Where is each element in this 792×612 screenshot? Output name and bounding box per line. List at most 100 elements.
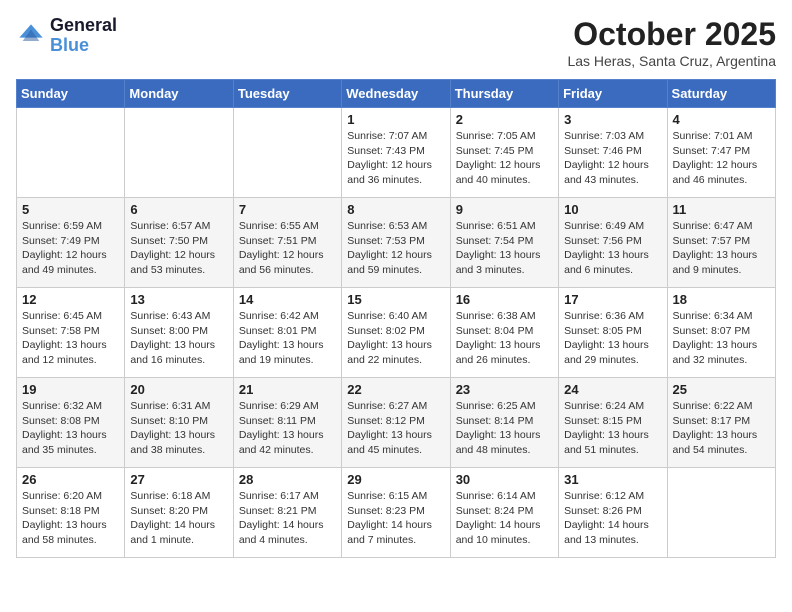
calendar-cell: 28 Sunrise: 6:17 AMSunset: 8:21 PMDayligh… xyxy=(233,468,341,558)
day-number: 2 xyxy=(456,112,553,127)
day-number: 1 xyxy=(347,112,444,127)
calendar-cell: 2Sunrise: 7:05 AMSunset: 7:45 PMDaylight… xyxy=(450,108,558,198)
day-number: 7 xyxy=(239,202,336,217)
calendar-cell xyxy=(17,108,125,198)
calendar-table: SundayMondayTuesdayWednesdayThursdayFrid… xyxy=(16,79,776,558)
calendar-cell: 9 Sunrise: 6:51 AMSunset: 7:54 PMDaylight… xyxy=(450,198,558,288)
day-info: Sunrise: 6:22 AMSunset: 8:17 PMDaylight:… xyxy=(673,399,770,458)
calendar-cell: 21 Sunrise: 6:29 AMSunset: 8:11 PMDayligh… xyxy=(233,378,341,468)
day-info: Sunrise: 6:47 AMSunset: 7:57 PMDaylight:… xyxy=(673,219,770,278)
calendar-cell: 24 Sunrise: 6:24 AMSunset: 8:15 PMDayligh… xyxy=(559,378,667,468)
calendar-week-row: 12Sunrise: 6:45 AMSunset: 7:58 PMDayligh… xyxy=(17,288,776,378)
day-info: Sunrise: 6:51 AMSunset: 7:54 PMDaylight:… xyxy=(456,219,553,278)
calendar-cell: 31 Sunrise: 6:12 AMSunset: 8:26 PMDayligh… xyxy=(559,468,667,558)
calendar-cell: 5 Sunrise: 6:59 AMSunset: 7:49 PMDaylight… xyxy=(17,198,125,288)
calendar-cell: 10Sunrise: 6:49 AMSunset: 7:56 PMDayligh… xyxy=(559,198,667,288)
calendar-week-row: 19 Sunrise: 6:32 AMSunset: 8:08 PMDayligh… xyxy=(17,378,776,468)
weekday-header-tuesday: Tuesday xyxy=(233,80,341,108)
day-number: 20 xyxy=(130,382,227,397)
day-number: 9 xyxy=(456,202,553,217)
day-number: 16 xyxy=(456,292,553,307)
day-number: 4 xyxy=(673,112,770,127)
day-number: 18 xyxy=(673,292,770,307)
logo: General Blue xyxy=(16,16,117,56)
day-number: 8 xyxy=(347,202,444,217)
calendar-cell: 22 Sunrise: 6:27 AMSunset: 8:12 PMDayligh… xyxy=(342,378,450,468)
day-number: 27 xyxy=(130,472,227,487)
day-number: 12 xyxy=(22,292,119,307)
day-info: Sunrise: 7:07 AMSunset: 7:43 PMDaylight:… xyxy=(347,129,444,188)
calendar-cell: 15Sunrise: 6:40 AMSunset: 8:02 PMDayligh… xyxy=(342,288,450,378)
day-info: Sunrise: 6:25 AMSunset: 8:14 PMDaylight:… xyxy=(456,399,553,458)
day-number: 11 xyxy=(673,202,770,217)
calendar-cell: 26Sunrise: 6:20 AMSunset: 8:18 PMDayligh… xyxy=(17,468,125,558)
calendar-cell xyxy=(125,108,233,198)
calendar-cell: 6Sunrise: 6:57 AMSunset: 7:50 PMDaylight… xyxy=(125,198,233,288)
day-number: 14 xyxy=(239,292,336,307)
day-info: Sunrise: 6:34 AMSunset: 8:07 PMDaylight:… xyxy=(673,309,770,368)
day-number: 6 xyxy=(130,202,227,217)
day-info: Sunrise: 6:14 AMSunset: 8:24 PMDaylight:… xyxy=(456,489,553,548)
day-number: 26 xyxy=(22,472,119,487)
calendar-week-row: 1 Sunrise: 7:07 AMSunset: 7:43 PMDaylight… xyxy=(17,108,776,198)
month-title: October 2025 xyxy=(567,16,776,53)
day-info: Sunrise: 6:55 AMSunset: 7:51 PMDaylight:… xyxy=(239,219,336,278)
day-info: Sunrise: 6:17 AMSunset: 8:21 PMDaylight:… xyxy=(239,489,336,548)
logo-line2: Blue xyxy=(50,36,117,56)
calendar-cell: 11 Sunrise: 6:47 AMSunset: 7:57 PMDayligh… xyxy=(667,198,775,288)
calendar-cell: 20 Sunrise: 6:31 AMSunset: 8:10 PMDayligh… xyxy=(125,378,233,468)
calendar-cell: 23 Sunrise: 6:25 AMSunset: 8:14 PMDayligh… xyxy=(450,378,558,468)
calendar-cell: 4 Sunrise: 7:01 AMSunset: 7:47 PMDaylight… xyxy=(667,108,775,198)
day-number: 19 xyxy=(22,382,119,397)
day-info: Sunrise: 7:03 AMSunset: 7:46 PMDaylight:… xyxy=(564,129,661,188)
day-number: 31 xyxy=(564,472,661,487)
calendar-cell: 3Sunrise: 7:03 AMSunset: 7:46 PMDaylight… xyxy=(559,108,667,198)
calendar-cell: 1 Sunrise: 7:07 AMSunset: 7:43 PMDaylight… xyxy=(342,108,450,198)
day-info: Sunrise: 6:43 AMSunset: 8:00 PMDaylight:… xyxy=(130,309,227,368)
location-subtitle: Las Heras, Santa Cruz, Argentina xyxy=(567,53,776,69)
day-number: 10 xyxy=(564,202,661,217)
day-number: 22 xyxy=(347,382,444,397)
weekday-header-friday: Friday xyxy=(559,80,667,108)
day-info: Sunrise: 6:24 AMSunset: 8:15 PMDaylight:… xyxy=(564,399,661,458)
calendar-cell: 8 Sunrise: 6:53 AMSunset: 7:53 PMDaylight… xyxy=(342,198,450,288)
day-info: Sunrise: 6:12 AMSunset: 8:26 PMDaylight:… xyxy=(564,489,661,548)
day-number: 25 xyxy=(673,382,770,397)
day-info: Sunrise: 7:01 AMSunset: 7:47 PMDaylight:… xyxy=(673,129,770,188)
day-number: 15 xyxy=(347,292,444,307)
day-number: 5 xyxy=(22,202,119,217)
day-info: Sunrise: 6:29 AMSunset: 8:11 PMDaylight:… xyxy=(239,399,336,458)
day-info: Sunrise: 6:31 AMSunset: 8:10 PMDaylight:… xyxy=(130,399,227,458)
day-info: Sunrise: 6:53 AMSunset: 7:53 PMDaylight:… xyxy=(347,219,444,278)
calendar-cell: 17 Sunrise: 6:36 AMSunset: 8:05 PMDayligh… xyxy=(559,288,667,378)
day-info: Sunrise: 6:32 AMSunset: 8:08 PMDaylight:… xyxy=(22,399,119,458)
calendar-cell: 30 Sunrise: 6:14 AMSunset: 8:24 PMDayligh… xyxy=(450,468,558,558)
weekday-header-saturday: Saturday xyxy=(667,80,775,108)
calendar-cell: 27Sunrise: 6:18 AMSunset: 8:20 PMDayligh… xyxy=(125,468,233,558)
day-info: Sunrise: 6:59 AMSunset: 7:49 PMDaylight:… xyxy=(22,219,119,278)
calendar-cell: 18 Sunrise: 6:34 AMSunset: 8:07 PMDayligh… xyxy=(667,288,775,378)
weekday-header-row: SundayMondayTuesdayWednesdayThursdayFrid… xyxy=(17,80,776,108)
weekday-header-monday: Monday xyxy=(125,80,233,108)
title-block: October 2025 Las Heras, Santa Cruz, Arge… xyxy=(567,16,776,69)
day-number: 30 xyxy=(456,472,553,487)
day-info: Sunrise: 6:38 AMSunset: 8:04 PMDaylight:… xyxy=(456,309,553,368)
day-info: Sunrise: 6:27 AMSunset: 8:12 PMDaylight:… xyxy=(347,399,444,458)
calendar-cell: 29 Sunrise: 6:15 AMSunset: 8:23 PMDayligh… xyxy=(342,468,450,558)
calendar-cell: 12Sunrise: 6:45 AMSunset: 7:58 PMDayligh… xyxy=(17,288,125,378)
calendar-week-row: 5 Sunrise: 6:59 AMSunset: 7:49 PMDaylight… xyxy=(17,198,776,288)
day-info: Sunrise: 6:36 AMSunset: 8:05 PMDaylight:… xyxy=(564,309,661,368)
day-number: 17 xyxy=(564,292,661,307)
day-number: 13 xyxy=(130,292,227,307)
page-header: General Blue October 2025 Las Heras, San… xyxy=(16,16,776,69)
calendar-cell: 19 Sunrise: 6:32 AMSunset: 8:08 PMDayligh… xyxy=(17,378,125,468)
day-number: 23 xyxy=(456,382,553,397)
day-number: 28 xyxy=(239,472,336,487)
weekday-header-wednesday: Wednesday xyxy=(342,80,450,108)
day-number: 21 xyxy=(239,382,336,397)
day-number: 24 xyxy=(564,382,661,397)
day-number: 29 xyxy=(347,472,444,487)
day-info: Sunrise: 6:15 AMSunset: 8:23 PMDaylight:… xyxy=(347,489,444,548)
calendar-cell xyxy=(233,108,341,198)
logo-line1: General xyxy=(50,16,117,36)
